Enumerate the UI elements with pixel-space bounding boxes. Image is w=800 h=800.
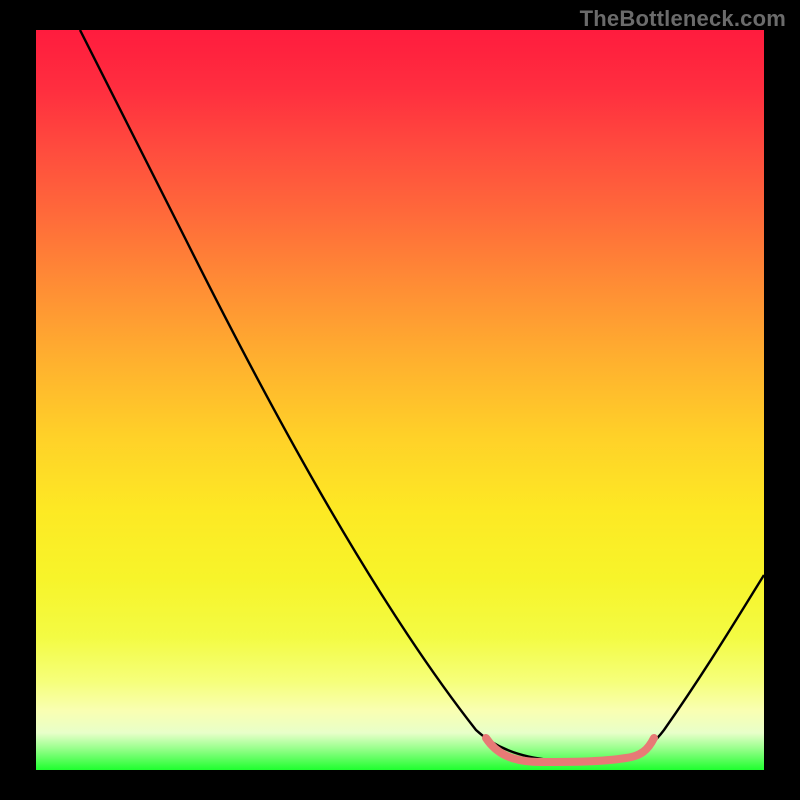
optimal-range-highlight [486,738,654,762]
bottleneck-curve [36,30,764,770]
plot-area [36,30,764,770]
chart-frame: TheBottleneck.com [0,0,800,800]
main-curve-path [80,30,764,762]
watermark-text: TheBottleneck.com [580,6,786,32]
